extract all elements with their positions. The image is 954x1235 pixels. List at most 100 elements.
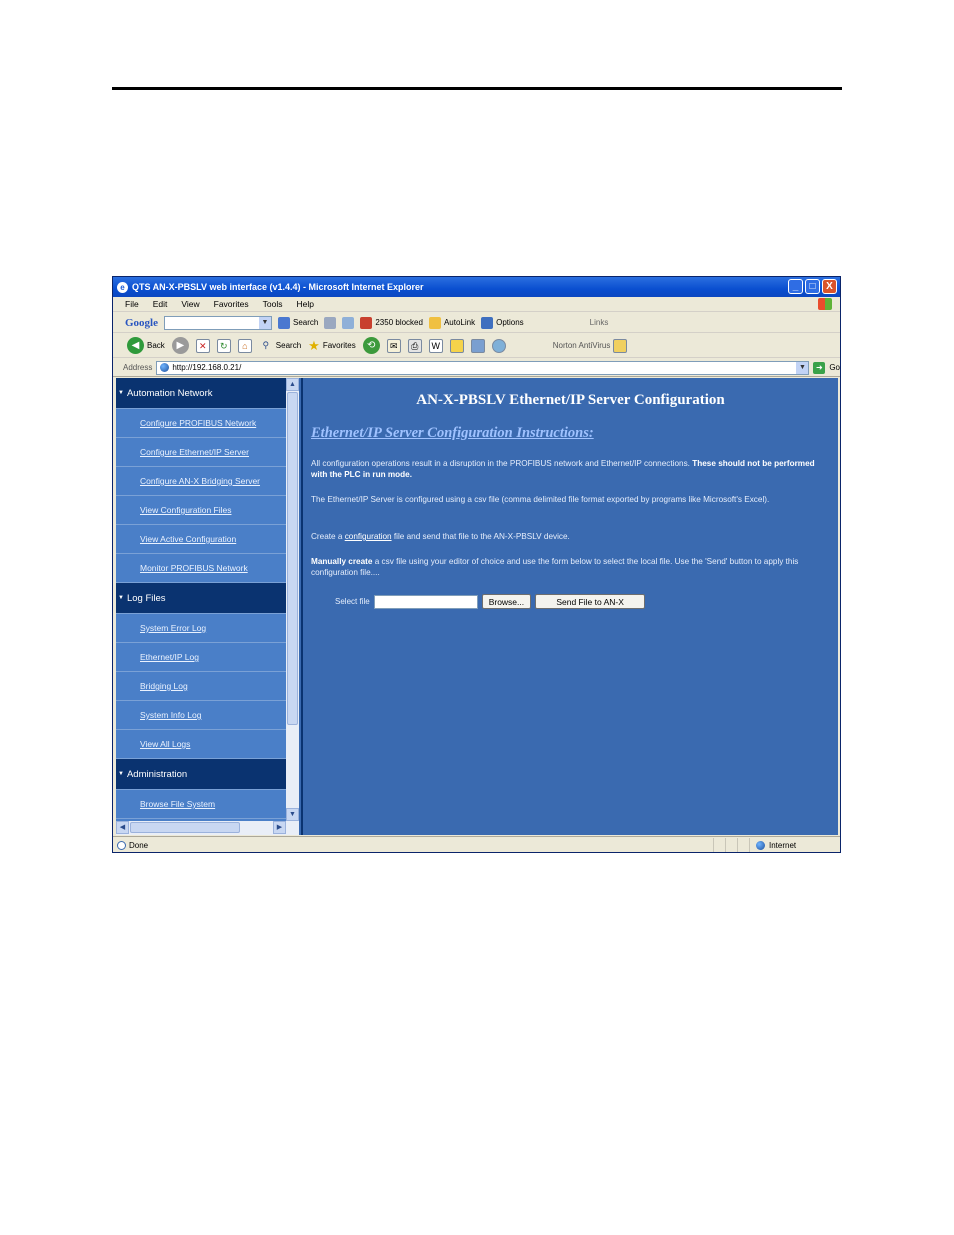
nav-item-view-config-files[interactable]: View Configuration Files bbox=[116, 496, 286, 525]
address-dropdown-icon[interactable]: ▼ bbox=[796, 361, 809, 374]
status-cell bbox=[725, 837, 737, 852]
research-icon[interactable] bbox=[470, 338, 485, 353]
manual-create-instructions: Manually create a csv file using your ed… bbox=[311, 557, 799, 577]
nav-section-automation-network[interactable]: ▼ Automation Network bbox=[116, 378, 286, 409]
refresh-icon[interactable]: ↻ bbox=[216, 338, 231, 353]
menu-help[interactable]: Help bbox=[296, 299, 313, 309]
status-cell bbox=[737, 837, 749, 852]
browser-window: e QTS AN-X-PBSLV web interface (v1.4.4) … bbox=[112, 276, 841, 853]
scroll-right-icon[interactable]: ▶ bbox=[273, 821, 286, 834]
ie-icon: e bbox=[117, 281, 128, 293]
norton-label: Norton AntiVirus bbox=[552, 341, 611, 350]
stop-icon[interactable]: ✕ bbox=[195, 338, 210, 353]
horizontal-scroll-thumb[interactable] bbox=[130, 822, 240, 833]
options-icon bbox=[481, 316, 494, 329]
sidebar-horizontal-scrollbar[interactable]: ◀ ▶ bbox=[116, 821, 299, 835]
autolink-icon bbox=[428, 316, 441, 329]
google-logo[interactable]: Google bbox=[125, 317, 158, 329]
nav-section-administration[interactable]: ▼ Administration bbox=[116, 759, 286, 790]
folder-icon[interactable] bbox=[449, 338, 464, 353]
go-label[interactable]: Go bbox=[829, 363, 840, 372]
sidebar-vertical-scrollbar[interactable]: ▲ ▼ bbox=[286, 378, 299, 821]
google-search-button[interactable]: Search bbox=[278, 316, 318, 329]
popup-blocker-button[interactable]: 2350 blocked bbox=[360, 316, 423, 329]
favorites-button[interactable]: ★ Favorites bbox=[308, 338, 356, 354]
collapse-arrow-icon: ▼ bbox=[118, 390, 124, 396]
send-file-button[interactable]: Send File to AN-X bbox=[535, 594, 646, 609]
nav-item-bridging-log[interactable]: Bridging Log bbox=[116, 672, 286, 701]
search-label: Search bbox=[275, 341, 302, 350]
security-zone[interactable]: Internet bbox=[749, 837, 797, 852]
nav-item-configure-bridging[interactable]: Configure AN-X Bridging Server bbox=[116, 467, 286, 496]
minimize-button[interactable]: _ bbox=[788, 279, 803, 294]
file-path-input[interactable] bbox=[373, 594, 478, 609]
configuration-link[interactable]: configuration bbox=[345, 532, 392, 541]
options-button[interactable]: Options bbox=[481, 316, 524, 329]
edit-icon[interactable]: W bbox=[428, 338, 443, 353]
go-arrow-icon[interactable]: ➜ bbox=[813, 361, 826, 374]
zone-label: Internet bbox=[769, 840, 797, 850]
maximize-button[interactable]: □ bbox=[805, 279, 820, 294]
favorites-label: Favorites bbox=[322, 341, 356, 350]
status-bar: Done Internet bbox=[113, 836, 840, 852]
warning-text: All configuration operations result in a… bbox=[311, 459, 690, 468]
nav-item-system-info-log[interactable]: System Info Log bbox=[116, 701, 286, 730]
links-label[interactable]: Links bbox=[590, 318, 609, 327]
highlight-icon[interactable] bbox=[342, 316, 355, 329]
messenger-icon[interactable] bbox=[491, 338, 506, 353]
nav-item-ethernet-ip-log[interactable]: Ethernet/IP Log bbox=[116, 643, 286, 672]
collapse-arrow-icon: ▼ bbox=[118, 771, 124, 777]
menu-tools[interactable]: Tools bbox=[263, 299, 283, 309]
create-config-line: Create a configuration file and send tha… bbox=[311, 532, 570, 541]
chevron-down-icon[interactable]: ▼ bbox=[259, 316, 271, 329]
address-url: http://192.168.0.21/ bbox=[172, 363, 242, 372]
menu-file[interactable]: File bbox=[125, 299, 139, 309]
page-icon bbox=[160, 363, 170, 372]
window-title: QTS AN-X-PBSLV web interface (v1.4.4) - … bbox=[132, 282, 424, 292]
scroll-left-icon[interactable]: ◀ bbox=[116, 821, 129, 834]
google-toolbar: Google ▼ Search 2350 blocked AutoLink Op… bbox=[113, 313, 840, 333]
norton-antivirus-button[interactable]: Norton AntiVirus bbox=[552, 338, 628, 353]
scroll-down-icon[interactable]: ▼ bbox=[286, 808, 299, 821]
news-icon[interactable] bbox=[324, 316, 337, 329]
status-cell bbox=[713, 837, 725, 852]
forward-arrow-icon[interactable]: ▶ bbox=[171, 337, 189, 354]
star-icon: ★ bbox=[308, 337, 320, 353]
title-bar[interactable]: e QTS AN-X-PBSLV web interface (v1.4.4) … bbox=[113, 277, 840, 297]
back-arrow-icon: ◀ bbox=[127, 337, 144, 354]
close-button[interactable]: X bbox=[822, 279, 837, 294]
print-icon[interactable]: ⎙ bbox=[407, 338, 422, 353]
vertical-scroll-thumb[interactable] bbox=[287, 392, 298, 725]
menu-edit[interactable]: Edit bbox=[153, 299, 168, 309]
home-icon[interactable]: ⌂ bbox=[237, 338, 252, 353]
instructions-heading[interactable]: Ethernet/IP Server Configuration Instruc… bbox=[311, 425, 594, 442]
autolink-button[interactable]: AutoLink bbox=[428, 316, 475, 329]
nav-item-configure-ethernet-ip[interactable]: Configure Ethernet/IP Server bbox=[116, 438, 286, 467]
page-done-icon bbox=[117, 840, 126, 850]
nav-item-configure-profibus[interactable]: Configure PROFIBUS Network bbox=[116, 409, 286, 438]
nav-item-view-active-config[interactable]: View Active Configuration bbox=[116, 525, 286, 554]
search-button[interactable]: ⚲ Search bbox=[259, 339, 302, 353]
nav-section-log-files[interactable]: ▼ Log Files bbox=[116, 583, 286, 614]
menu-favorites[interactable]: Favorites bbox=[214, 299, 249, 309]
search-icon: ⚲ bbox=[262, 339, 270, 350]
address-input[interactable]: http://192.168.0.21/ ▼ bbox=[156, 360, 810, 375]
nav-item-view-all-logs[interactable]: View All Logs bbox=[116, 730, 286, 759]
mail-icon[interactable]: ✉ bbox=[386, 338, 401, 353]
history-icon[interactable]: ⟲ bbox=[362, 337, 380, 354]
back-button[interactable]: ◀ Back bbox=[127, 337, 165, 354]
page-title: AN-X-PBSLV Ethernet/IP Server Configurat… bbox=[416, 392, 725, 408]
nav-item-browse-file-system[interactable]: Browse File System bbox=[116, 790, 286, 819]
google-search-input[interactable]: ▼ bbox=[164, 315, 272, 330]
manual-create-bold: Manually create bbox=[311, 557, 373, 566]
menu-view[interactable]: View bbox=[181, 299, 199, 309]
internet-zone-icon bbox=[756, 840, 765, 850]
nav-item-system-error-log[interactable]: System Error Log bbox=[116, 614, 286, 643]
nav-item-monitor-profibus[interactable]: Monitor PROFIBUS Network bbox=[116, 554, 286, 583]
browse-button[interactable]: Browse... bbox=[481, 594, 532, 609]
select-file-label: Select file bbox=[335, 597, 370, 606]
google-g-icon bbox=[278, 316, 290, 329]
scroll-up-icon[interactable]: ▲ bbox=[286, 378, 299, 391]
csv-description: The Ethernet/IP Server is configured usi… bbox=[311, 495, 770, 504]
main-frame: AN-X-PBSLV Ethernet/IP Server Configurat… bbox=[301, 378, 838, 835]
